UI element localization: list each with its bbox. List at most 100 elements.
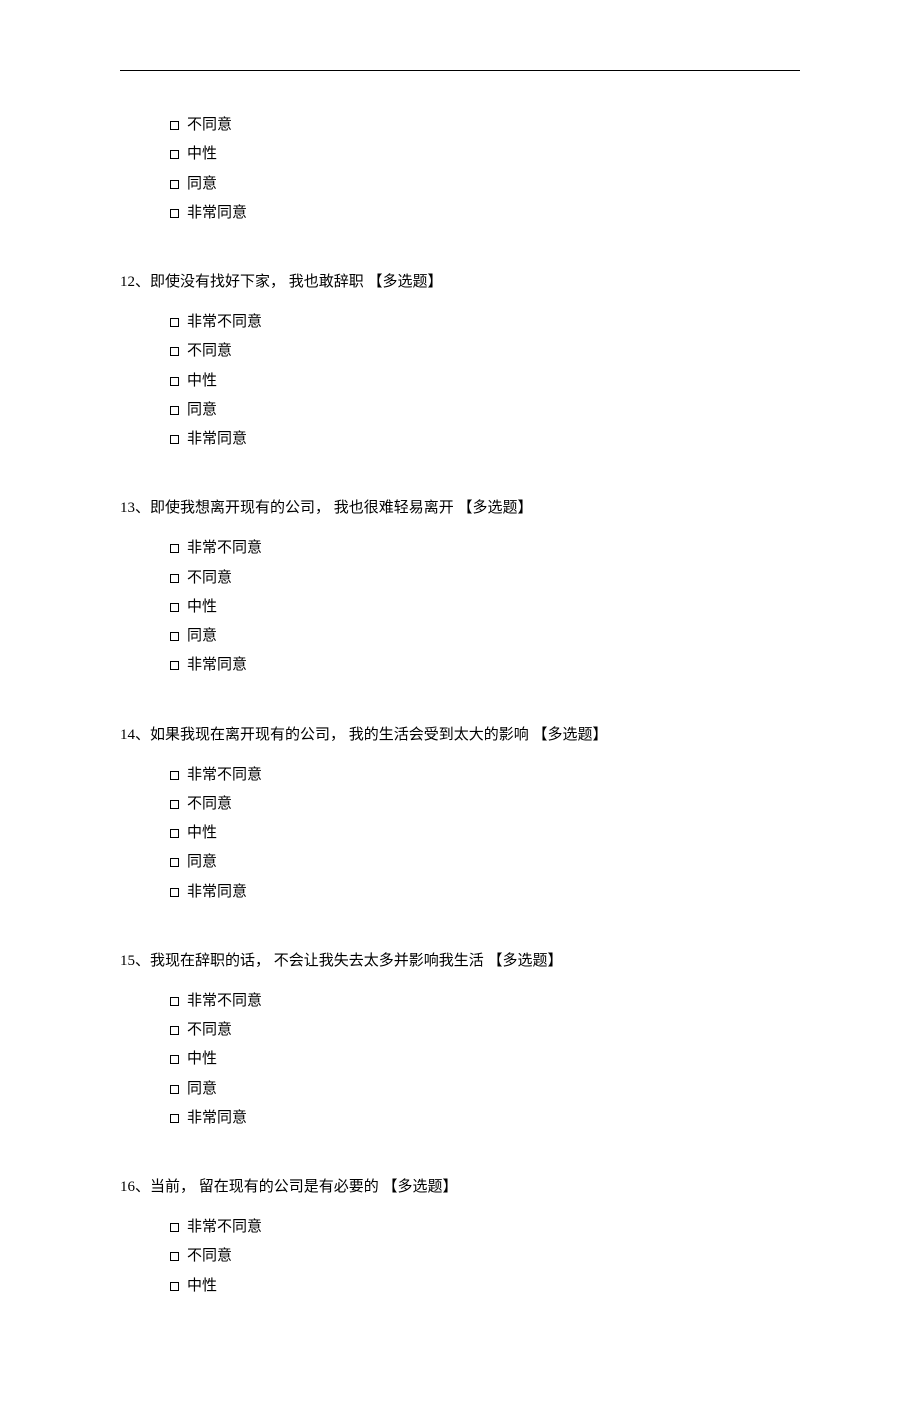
checkbox-icon[interactable] xyxy=(170,1223,179,1232)
checkbox-icon[interactable] xyxy=(170,1085,179,1094)
option-label: 非常不同意 xyxy=(187,1213,262,1242)
question-tag: 【多选题】 xyxy=(458,500,533,516)
checkbox-icon[interactable] xyxy=(170,1282,179,1291)
option-item[interactable]: 非常同意 xyxy=(170,651,800,680)
option-label: 中性 xyxy=(187,819,217,848)
checkbox-icon[interactable] xyxy=(170,318,179,327)
question-number: 15、 xyxy=(120,953,150,969)
option-label: 不同意 xyxy=(187,790,232,819)
checkbox-icon[interactable] xyxy=(170,997,179,1006)
option-label: 中性 xyxy=(187,1045,217,1074)
option-item[interactable]: 不同意 xyxy=(170,1016,800,1045)
option-item[interactable]: 非常不同意 xyxy=(170,534,800,563)
option-item[interactable]: 非常不同意 xyxy=(170,1213,800,1242)
option-label: 非常不同意 xyxy=(187,761,262,790)
checkbox-icon[interactable] xyxy=(170,150,179,159)
option-item[interactable]: 非常不同意 xyxy=(170,987,800,1016)
checkbox-icon[interactable] xyxy=(170,888,179,897)
option-label: 中性 xyxy=(187,367,217,396)
option-item[interactable]: 中性 xyxy=(170,140,800,169)
question-number: 16、 xyxy=(120,1179,150,1195)
option-item[interactable]: 不同意 xyxy=(170,1242,800,1271)
question-text: 即使没有找好下家， 我也敢辞职 xyxy=(150,274,368,290)
option-item[interactable]: 不同意 xyxy=(170,111,800,140)
option-item[interactable]: 中性 xyxy=(170,593,800,622)
option-item[interactable]: 同意 xyxy=(170,848,800,877)
checkbox-icon[interactable] xyxy=(170,829,179,838)
header-divider xyxy=(120,70,800,71)
option-label: 非常不同意 xyxy=(187,308,262,337)
option-item[interactable]: 中性 xyxy=(170,1272,800,1301)
option-label: 同意 xyxy=(187,1075,217,1104)
question-14: 14、如果我现在离开现有的公司， 我的生活会受到太大的影响 【多选题】 非常不同… xyxy=(120,723,800,907)
question-tag: 【多选题】 xyxy=(383,1179,458,1195)
checkbox-icon[interactable] xyxy=(170,209,179,218)
option-label: 非常不同意 xyxy=(187,987,262,1016)
option-item[interactable]: 同意 xyxy=(170,1075,800,1104)
checkbox-icon[interactable] xyxy=(170,435,179,444)
option-label: 中性 xyxy=(187,593,217,622)
checkbox-icon[interactable] xyxy=(170,347,179,356)
option-item[interactable]: 非常同意 xyxy=(170,199,800,228)
option-item[interactable]: 不同意 xyxy=(170,564,800,593)
checkbox-icon[interactable] xyxy=(170,661,179,670)
question-13: 13、即使我想离开现有的公司， 我也很难轻易离开 【多选题】 非常不同意 不同意… xyxy=(120,496,800,680)
question-title: 15、我现在辞职的话， 不会让我失去太多并影响我生活 【多选题】 xyxy=(120,949,800,973)
question-tag: 【多选题】 xyxy=(368,274,443,290)
question-text: 如果我现在离开现有的公司， 我的生活会受到太大的影响 xyxy=(150,727,533,743)
options-list: 非常不同意 不同意 中性 同意 非常同意 xyxy=(170,534,800,680)
question-text: 即使我想离开现有的公司， 我也很难轻易离开 xyxy=(150,500,458,516)
option-item[interactable]: 非常同意 xyxy=(170,1104,800,1133)
option-label: 不同意 xyxy=(187,111,232,140)
option-item[interactable]: 非常不同意 xyxy=(170,761,800,790)
checkbox-icon[interactable] xyxy=(170,574,179,583)
option-label: 非常同意 xyxy=(187,651,247,680)
option-item[interactable]: 中性 xyxy=(170,819,800,848)
question-number: 13、 xyxy=(120,500,150,516)
option-item[interactable]: 不同意 xyxy=(170,337,800,366)
option-item[interactable]: 同意 xyxy=(170,396,800,425)
checkbox-icon[interactable] xyxy=(170,406,179,415)
option-item[interactable]: 中性 xyxy=(170,1045,800,1074)
question-16: 16、当前， 留在现有的公司是有必要的 【多选题】 非常不同意 不同意 中性 xyxy=(120,1175,800,1301)
checkbox-icon[interactable] xyxy=(170,800,179,809)
question-title: 16、当前， 留在现有的公司是有必要的 【多选题】 xyxy=(120,1175,800,1199)
option-item[interactable]: 中性 xyxy=(170,367,800,396)
option-label: 同意 xyxy=(187,622,217,651)
option-label: 非常同意 xyxy=(187,1104,247,1133)
checkbox-icon[interactable] xyxy=(170,544,179,553)
checkbox-icon[interactable] xyxy=(170,121,179,130)
option-label: 不同意 xyxy=(187,564,232,593)
checkbox-icon[interactable] xyxy=(170,1055,179,1064)
page-content: 不同意 中性 同意 非常同意 12、即使没有找好下家， 我也敢辞职 【多选题】 … xyxy=(0,0,920,1413)
checkbox-icon[interactable] xyxy=(170,632,179,641)
question-title: 14、如果我现在离开现有的公司， 我的生活会受到太大的影响 【多选题】 xyxy=(120,723,800,747)
question-tag: 【多选题】 xyxy=(533,727,608,743)
question-number: 12、 xyxy=(120,274,150,290)
checkbox-icon[interactable] xyxy=(170,603,179,612)
option-item[interactable]: 同意 xyxy=(170,170,800,199)
checkbox-icon[interactable] xyxy=(170,1252,179,1261)
checkbox-icon[interactable] xyxy=(170,1114,179,1123)
option-label: 不同意 xyxy=(187,1016,232,1045)
checkbox-icon[interactable] xyxy=(170,771,179,780)
question-number: 14、 xyxy=(120,727,150,743)
question-text: 我现在辞职的话， 不会让我失去太多并影响我生活 xyxy=(150,953,488,969)
option-label: 同意 xyxy=(187,396,217,425)
options-list: 非常不同意 不同意 中性 同意 非常同意 xyxy=(170,308,800,454)
option-item[interactable]: 非常同意 xyxy=(170,878,800,907)
checkbox-icon[interactable] xyxy=(170,180,179,189)
option-item[interactable]: 不同意 xyxy=(170,790,800,819)
checkbox-icon[interactable] xyxy=(170,377,179,386)
checkbox-icon[interactable] xyxy=(170,858,179,867)
option-item[interactable]: 同意 xyxy=(170,622,800,651)
option-item[interactable]: 非常不同意 xyxy=(170,308,800,337)
options-list: 非常不同意 不同意 中性 同意 非常同意 xyxy=(170,987,800,1133)
option-label: 非常同意 xyxy=(187,199,247,228)
option-item[interactable]: 非常同意 xyxy=(170,425,800,454)
checkbox-icon[interactable] xyxy=(170,1026,179,1035)
option-label: 不同意 xyxy=(187,1242,232,1271)
option-label: 中性 xyxy=(187,140,217,169)
question-title: 13、即使我想离开现有的公司， 我也很难轻易离开 【多选题】 xyxy=(120,496,800,520)
option-label: 非常不同意 xyxy=(187,534,262,563)
